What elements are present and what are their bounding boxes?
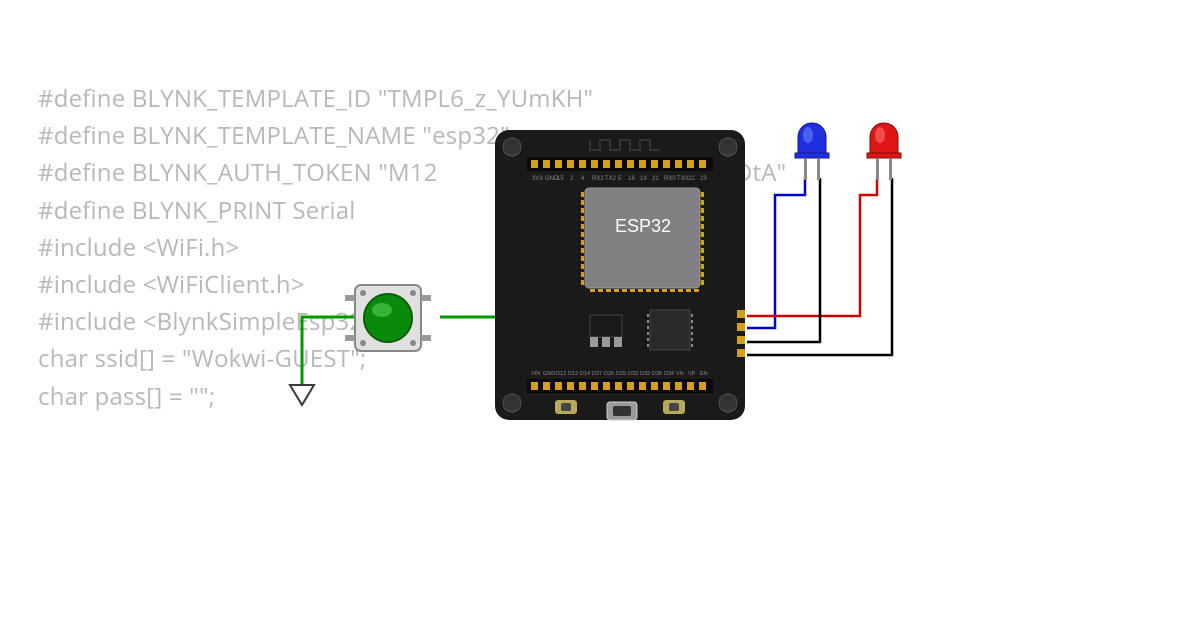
code-line: #include <BlynkSimpleEsp32.h>: [38, 303, 938, 340]
code-line: #include <WiFi.h>: [38, 229, 938, 266]
code-line: #define BLYNK_PRINT Serial: [38, 192, 938, 229]
code-line: #define BLYNK_AUTH_TOKEN "M12 gvA 9 o_WM…: [38, 154, 938, 191]
source-code: #define BLYNK_TEMPLATE_ID "TMPL6_z_YUmKH…: [38, 80, 938, 415]
code-line: #define BLYNK_TEMPLATE_ID "TMPL6_z_YUmKH…: [38, 80, 938, 117]
code-line: #include <WiFiClient.h>: [38, 266, 938, 303]
code-line: char ssid[] = "Wokwi-GUEST";: [38, 340, 938, 377]
code-line: #define BLYNK_TEMPLATE_NAME "esp32": [38, 117, 938, 154]
code-line: char pass[] = "";: [38, 378, 938, 415]
